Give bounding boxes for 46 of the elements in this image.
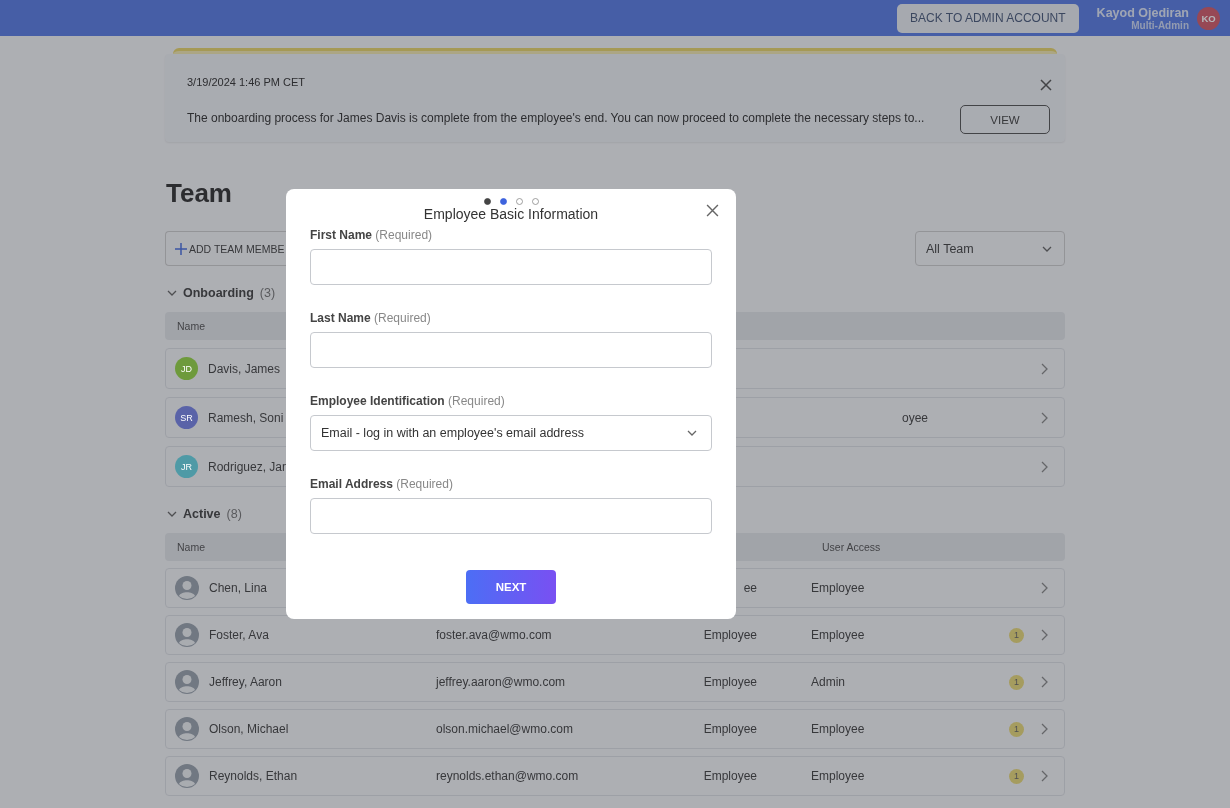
count-badge: 1 [1009,674,1024,690]
table-cell-text: Employee [811,722,866,736]
member-name: Davis, James [208,361,281,376]
member-name: Reynolds, Ethan [209,769,298,783]
column-header: Name [176,320,206,332]
initials-avatar: SR [175,406,198,429]
table-cell-text: olson.michael@wmo.com [436,722,574,736]
page-title: Team [166,178,233,208]
table-cell-text: Employee [811,769,866,783]
field-label: First Name (Required) [310,228,434,242]
table-cell-text: Admin [811,675,846,689]
table-cell-text: Employee [702,675,758,689]
member-name: Ramesh, Soni [208,410,284,425]
column-header: User Access [821,541,882,553]
table-cell-text: Employee [811,628,866,642]
modal-title: Employee Basic Information [422,206,600,222]
table-cell-text: reynolds.ethan@wmo.com [436,769,580,783]
column-header: Name [176,541,206,553]
count-badge: 1 [1009,768,1024,784]
field-label: Last Name (Required) [310,311,432,325]
section-title: Active [183,507,221,521]
field-label: Employee Identification (Required) [310,394,506,408]
section-title: Onboarding [183,286,254,300]
initials-avatar: JR [175,455,198,478]
user-role: Multi-Admin [1131,19,1189,31]
table-cell-text: jeffrey.aaron@wmo.com [436,675,567,689]
notification-time: 3/19/2024 1:46 PM CET [187,76,306,88]
table-cell-text: oyee [901,410,930,425]
count-badge: 1 [1009,721,1024,737]
table-cell-text: Employee [702,722,758,736]
section-count: (8) [226,507,242,521]
table-cell-text: Employee [702,628,758,642]
table-cell-text: Employee [702,769,758,783]
initials-avatar: JD [175,357,198,380]
member-name: Chen, Lina [209,581,268,595]
member-name: Olson, Michael [209,722,289,736]
section-count: (3) [259,286,276,300]
member-name: Foster, Ava [209,628,269,642]
field-label: Email Address (Required) [310,477,454,491]
table-cell-text: foster.ava@wmo.com [436,628,553,642]
notification-message: The onboarding process for James Davis is complete from the employee's end. You can now proceed to complete the necessary steps to... [187,111,925,125]
count-badge: 1 [1009,627,1024,643]
table-cell-text: Employee [811,581,866,595]
member-name: Jeffrey, Aaron [209,675,282,689]
table-cell-text: ee [742,581,758,595]
user-name: Kayod Ojediran [1096,5,1189,20]
